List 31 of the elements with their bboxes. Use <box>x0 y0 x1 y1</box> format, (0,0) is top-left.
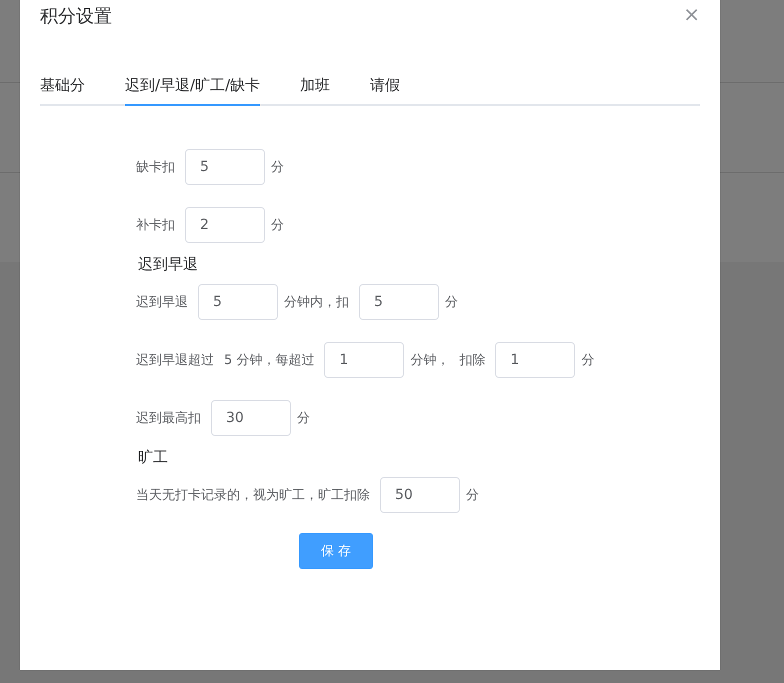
field-label: 分钟， <box>410 352 450 369</box>
field-label: 分 <box>466 487 479 504</box>
input-field[interactable]: 30 <box>211 400 291 436</box>
input-field[interactable]: 2 <box>185 207 265 243</box>
section-heading: 迟到早退 <box>138 255 199 274</box>
field-label: 分 <box>271 159 284 176</box>
field-label: 分 <box>297 410 310 427</box>
input-field[interactable]: 50 <box>380 477 460 513</box>
input-field[interactable]: 5 <box>359 284 439 320</box>
field-label: 迟到早退超过 <box>136 352 214 369</box>
field-label: 分钟内，扣 <box>284 294 349 311</box>
field-label: 5 分钟，每超过 <box>224 352 314 369</box>
field-label: 分 <box>271 217 284 234</box>
tab[interactable]: 基础分 <box>40 66 85 106</box>
section-heading: 旷工 <box>138 448 169 467</box>
tab[interactable]: 请假 <box>370 66 400 106</box>
field-label: 补卡扣 <box>136 217 175 234</box>
input-field[interactable]: 5 <box>185 149 265 185</box>
input-field[interactable]: 1 <box>324 342 404 378</box>
field-label: 分 <box>581 352 594 369</box>
field-label: 迟到最高扣 <box>136 410 201 427</box>
input-field[interactable]: 5 <box>198 284 278 320</box>
field-label: 缺卡扣 <box>136 159 175 176</box>
field-label: 迟到早退 <box>136 294 188 311</box>
dialog-title: 积分设置 <box>40 5 112 28</box>
input-field[interactable]: 1 <box>495 342 576 378</box>
field-label: 分 <box>445 294 458 311</box>
field-label: 扣除 <box>459 352 486 369</box>
tab[interactable]: 加班 <box>300 66 330 106</box>
field-label: 当天无打卡记录的，视为旷工，旷工扣除 <box>136 487 370 504</box>
tab[interactable]: 迟到/早退/旷工/缺卡 <box>125 66 260 106</box>
